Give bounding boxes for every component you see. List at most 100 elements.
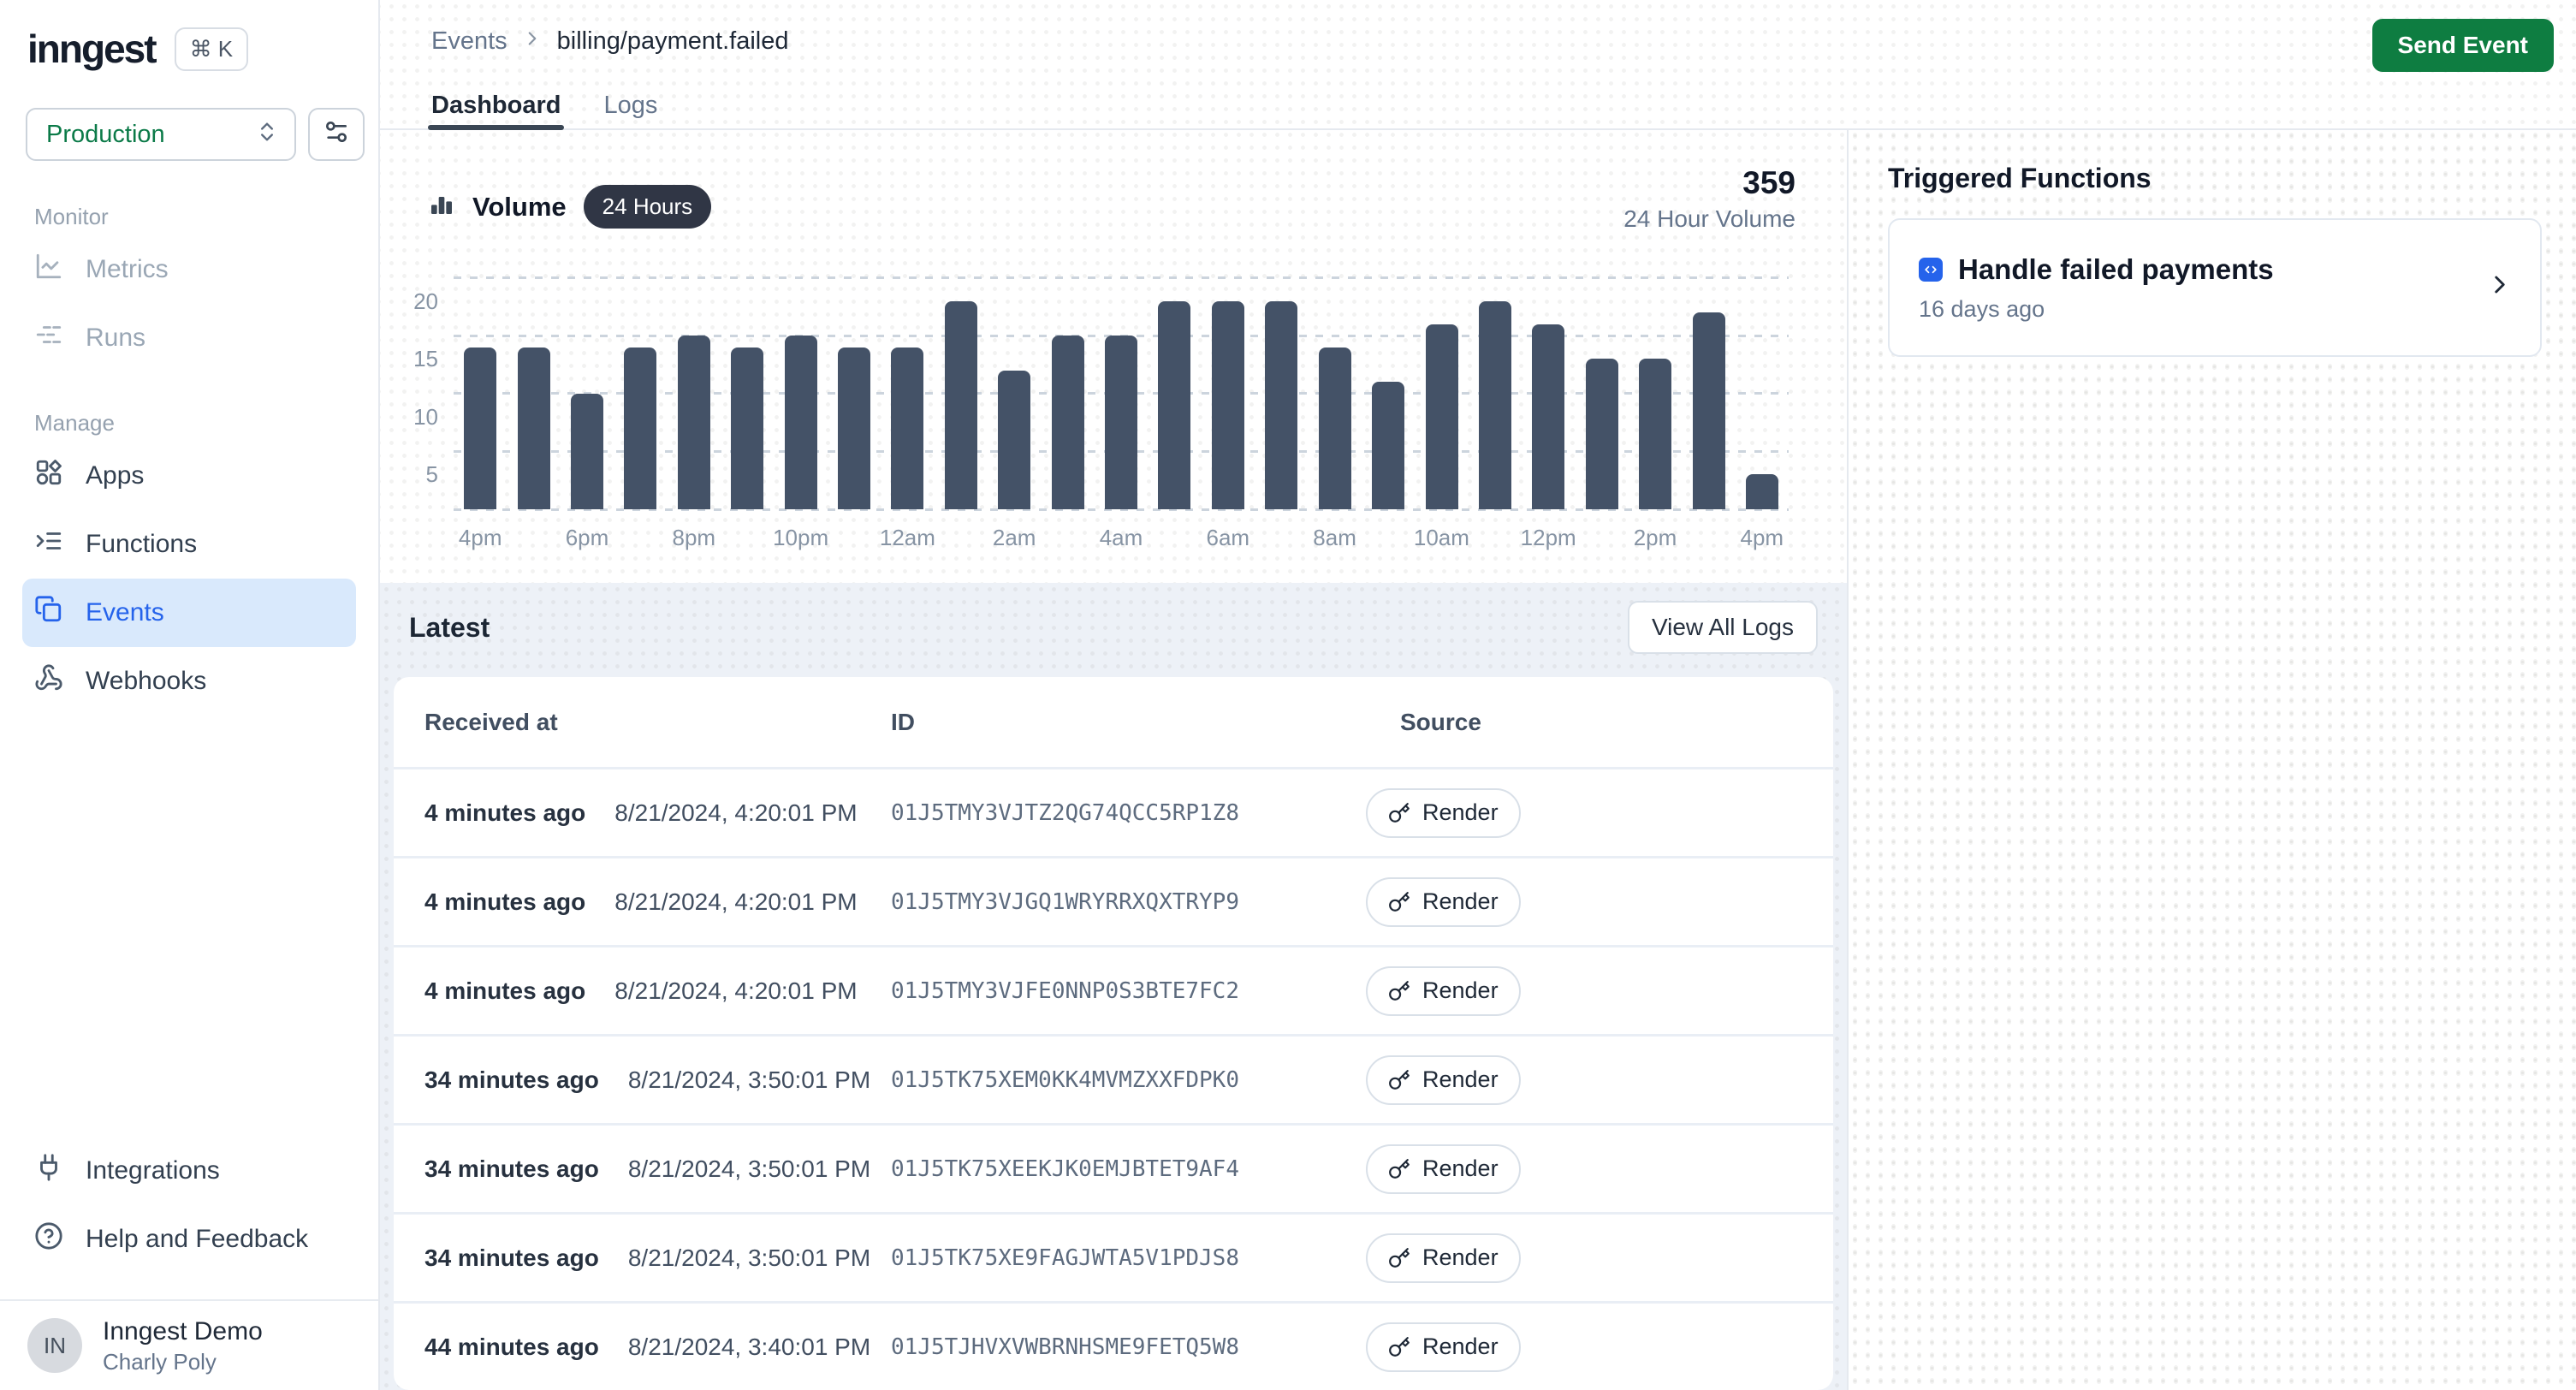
source-badge[interactable]: Render — [1366, 966, 1521, 1016]
settings-sliders-icon — [323, 118, 350, 151]
sidebar-item-label: Runs — [86, 324, 145, 353]
environment-row: Production — [26, 108, 365, 161]
bar-7am[interactable] — [1265, 301, 1297, 509]
view-all-logs-button[interactable]: View All Logs — [1628, 601, 1818, 654]
source-badge[interactable]: Render — [1366, 1322, 1521, 1372]
sidebar-item-label: Apps — [86, 461, 144, 490]
time-range-badge[interactable]: 24 Hours — [584, 185, 712, 229]
bar-3am[interactable] — [1052, 336, 1084, 509]
bar-2am[interactable] — [998, 371, 1030, 509]
table-row[interactable]: 4 minutes ago 8/21/2024, 4:20:01 PM 01J5… — [394, 767, 1833, 856]
bar-10am[interactable] — [1426, 324, 1458, 509]
received-at-cell: 44 minutes ago 8/21/2024, 3:40:01 PM — [424, 1334, 891, 1361]
relative-time: 34 minutes ago — [424, 1155, 599, 1183]
sidebar-item-webhooks[interactable]: Webhooks — [22, 647, 356, 716]
absolute-timestamp: 8/21/2024, 3:50:01 PM — [628, 1155, 870, 1183]
event-id: 01J5TMY3VJGQ1WRYRRXQXTRYP9 — [891, 889, 1366, 915]
tabs: Dashboard Logs — [380, 82, 2576, 128]
bar-7pm[interactable] — [624, 348, 656, 509]
sidebar-item-integrations[interactable]: Integrations — [22, 1137, 356, 1205]
bar-11am[interactable] — [1479, 301, 1511, 509]
events-table: Received at ID Source 4 minutes ago 8/21… — [394, 677, 1833, 1390]
table-row[interactable]: 34 minutes ago 8/21/2024, 3:50:01 PM 01J… — [394, 1212, 1833, 1301]
plug-icon — [34, 1153, 63, 1189]
event-id: 01J5TJHVXVWBRNHSME9FETQ5W8 — [891, 1334, 1366, 1360]
table-row[interactable]: 44 minutes ago 8/21/2024, 3:40:01 PM 01J… — [394, 1301, 1833, 1390]
bar-4pm[interactable] — [464, 348, 496, 509]
sidebar-spacer — [0, 716, 378, 1137]
bar-1pm[interactable] — [1586, 359, 1618, 509]
latest-section: Latest View All Logs Received at ID Sour… — [380, 583, 1847, 1390]
bar-1am[interactable] — [945, 301, 977, 509]
volume-total-label: 24 Hour Volume — [1623, 202, 1795, 236]
source-name: Render — [1422, 1155, 1499, 1182]
bar-8am[interactable] — [1319, 348, 1351, 509]
source-name: Render — [1422, 977, 1499, 1004]
tab-logs[interactable]: Logs — [603, 82, 657, 128]
bar-8pm[interactable] — [678, 336, 710, 509]
bar-4am[interactable] — [1105, 336, 1137, 509]
environment-settings-button[interactable] — [308, 108, 365, 161]
bar-slot — [1469, 275, 1522, 509]
user-menu[interactable]: IN Inngest Demo Charly Poly — [0, 1301, 378, 1390]
sidebar-item-events[interactable]: Events — [22, 579, 356, 647]
table-row[interactable]: 4 minutes ago 8/21/2024, 4:20:01 PM 01J5… — [394, 856, 1833, 945]
bar-5am[interactable] — [1158, 301, 1190, 509]
shapes-grid-icon — [34, 458, 63, 494]
webhook-icon — [34, 663, 63, 699]
function-info: Handle failed payments 16 days ago — [1919, 253, 2274, 323]
absolute-timestamp: 8/21/2024, 4:20:01 PM — [614, 977, 857, 1005]
bar-11pm[interactable] — [838, 348, 870, 509]
source-badge[interactable]: Render — [1366, 1233, 1521, 1283]
sidebar-item-functions[interactable]: Functions — [22, 510, 356, 579]
tab-dashboard[interactable]: Dashboard — [431, 82, 561, 128]
bar-2pm[interactable] — [1639, 359, 1671, 509]
table-row[interactable]: 34 minutes ago 8/21/2024, 3:50:01 PM 01J… — [394, 1034, 1833, 1123]
bar-slot — [1148, 275, 1201, 509]
column-header-source: Source — [1366, 709, 1802, 736]
sidebar-item-runs[interactable]: Runs — [22, 304, 356, 372]
sidebar-item-help-feedback[interactable]: Help and Feedback — [22, 1205, 356, 1274]
x-axis-tick: 8am — [1282, 525, 1388, 551]
key-icon — [1388, 1247, 1410, 1269]
bar-slot — [881, 275, 934, 509]
command-k-shortcut-badge[interactable]: ⌘ K — [175, 27, 249, 71]
relative-time: 34 minutes ago — [424, 1066, 599, 1094]
bar-3pm[interactable] — [1693, 312, 1725, 509]
breadcrumb-current: billing/payment.failed — [557, 27, 789, 56]
environment-select[interactable]: Production — [26, 108, 296, 161]
bar-6pm[interactable] — [571, 394, 603, 509]
bar-4pm[interactable] — [1746, 474, 1778, 509]
breadcrumb-parent[interactable]: Events — [431, 27, 507, 56]
table-row[interactable]: 4 minutes ago 8/21/2024, 4:20:01 PM 01J5… — [394, 945, 1833, 1034]
send-event-button[interactable]: Send Event — [2372, 19, 2554, 72]
main-area: Events billing/payment.failed Dashboard … — [380, 0, 2576, 1390]
received-at-cell: 4 minutes ago 8/21/2024, 4:20:01 PM — [424, 977, 891, 1005]
table-row[interactable]: 34 minutes ago 8/21/2024, 3:50:01 PM 01J… — [394, 1123, 1833, 1212]
source-badge[interactable]: Render — [1366, 1055, 1521, 1105]
received-at-cell: 34 minutes ago 8/21/2024, 3:50:01 PM — [424, 1155, 891, 1183]
bar-10pm[interactable] — [785, 336, 817, 509]
source-badge[interactable]: Render — [1366, 788, 1521, 838]
bar-slot — [561, 275, 614, 509]
sidebar-item-apps[interactable]: Apps — [22, 442, 356, 510]
relative-time: 4 minutes ago — [424, 799, 585, 827]
function-card[interactable]: Handle failed payments 16 days ago — [1888, 218, 2542, 357]
bar-5pm[interactable] — [518, 348, 550, 509]
latest-title: Latest — [409, 612, 490, 644]
bar-6am[interactable] — [1212, 301, 1244, 509]
source-badge[interactable]: Render — [1366, 877, 1521, 927]
source-name: Render — [1422, 1334, 1499, 1360]
bar-9pm[interactable] — [731, 348, 763, 509]
bar-12pm[interactable] — [1532, 324, 1564, 509]
bar-9am[interactable] — [1372, 382, 1404, 509]
event-id: 01J5TK75XEM0KK4MVMZXXFDPK0 — [891, 1067, 1366, 1093]
key-icon — [1388, 802, 1410, 824]
function-name-row: Handle failed payments — [1919, 253, 2274, 286]
y-axis-tick: 20 — [385, 288, 438, 315]
event-id: 01J5TMY3VJTZ2QG74QCC5RP1Z8 — [891, 800, 1366, 826]
bar-12am[interactable] — [891, 348, 923, 509]
chevron-right-icon — [2485, 270, 2514, 306]
sidebar-item-metrics[interactable]: Metrics — [22, 235, 356, 304]
source-badge[interactable]: Render — [1366, 1144, 1521, 1194]
